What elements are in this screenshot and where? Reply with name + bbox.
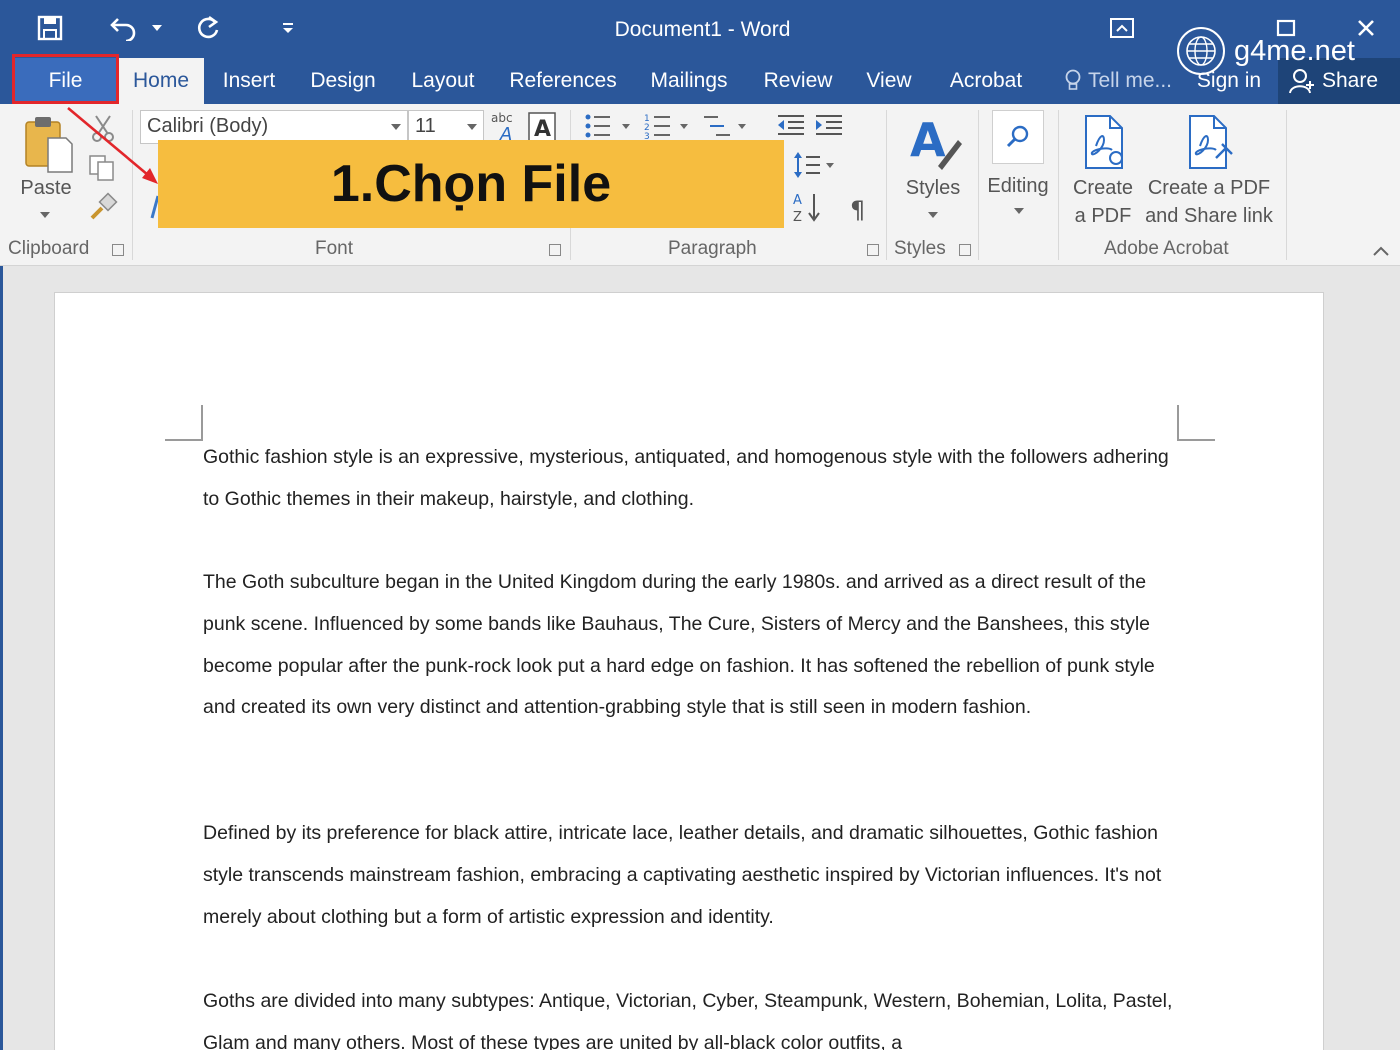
tab-design[interactable]: Design: [302, 58, 384, 104]
styles-label[interactable]: Styles: [900, 174, 966, 202]
chevron-down-icon: [1014, 208, 1024, 214]
globe-icon: [1177, 27, 1225, 75]
tab-review[interactable]: Review: [756, 58, 840, 104]
numbering-icon[interactable]: 1 2 3: [644, 112, 696, 140]
change-case-icon[interactable]: abc A: [490, 110, 518, 142]
document-paragraph[interactable]: Gothic fashion style is an expressive, m…: [203, 437, 1183, 521]
svg-text:A: A: [910, 113, 946, 167]
create-pdf-label[interactable]: Create a PDF: [1066, 174, 1140, 230]
word-window: Document1 - Word File Home Insert Design…: [0, 0, 1400, 1050]
tab-mailings[interactable]: Mailings: [640, 58, 738, 104]
clipboard-launcher-icon[interactable]: [112, 244, 124, 256]
styles-icon[interactable]: A: [908, 112, 964, 172]
share-pdf-label-line1: Create a PDF: [1147, 177, 1271, 199]
create-pdf-label-line1: Create: [1072, 177, 1134, 199]
close-icon: [1358, 20, 1374, 36]
clear-formatting-icon[interactable]: A: [528, 112, 556, 142]
tab-layout[interactable]: Layout: [402, 58, 484, 104]
create-pdf-label-line2: a PDF: [1074, 205, 1132, 227]
chevron-down-icon: [467, 124, 477, 130]
svg-text:¶: ¶: [850, 196, 865, 222]
share-pdf-label[interactable]: Create a PDF and Share link: [1142, 174, 1276, 230]
share-pdf-link-icon[interactable]: [1186, 114, 1236, 174]
create-pdf-icon[interactable]: [1082, 114, 1130, 174]
search-icon: [1006, 125, 1029, 148]
tell-me-search[interactable]: Tell me...: [1056, 58, 1180, 104]
font-size-value: 11: [415, 115, 436, 137]
watermark-text: g4me.net: [1234, 34, 1355, 67]
lightbulb-icon: [1065, 69, 1081, 90]
ribbon-display-icon: [1110, 18, 1134, 38]
margin-corner-mark: [1177, 405, 1215, 441]
tab-insert[interactable]: Insert: [214, 58, 284, 104]
group-divider: [1058, 110, 1059, 260]
styles-group-label: Styles: [894, 238, 946, 259]
font-launcher-icon[interactable]: [549, 244, 561, 256]
editing-button[interactable]: [992, 110, 1044, 164]
document-paragraph[interactable]: Defined by its preference for black atti…: [203, 813, 1183, 938]
instruction-callout: 1.Chọn File: [158, 140, 784, 228]
customize-qat-button[interactable]: [276, 8, 300, 48]
collapse-ribbon-icon[interactable]: [1372, 246, 1390, 256]
tab-references[interactable]: References: [504, 58, 622, 104]
increase-indent-icon[interactable]: [814, 112, 844, 138]
tell-me-label: Tell me...: [1087, 69, 1173, 92]
decrease-indent-icon[interactable]: [776, 112, 806, 138]
font-group-label: Font: [315, 238, 354, 259]
group-divider: [1286, 110, 1287, 260]
line-spacing-icon[interactable]: [792, 150, 840, 180]
chevron-down-icon: [928, 212, 938, 218]
ribbon-display-options-button[interactable]: [1102, 8, 1142, 48]
sort-icon[interactable]: A Z: [792, 190, 824, 224]
svg-text:abc: abc: [491, 111, 513, 125]
paste-options-chevron-icon: [40, 212, 50, 218]
document-paragraph[interactable]: Goths are divided into many subtypes: An…: [203, 981, 1183, 1050]
svg-text:A: A: [793, 193, 802, 208]
tab-view[interactable]: View: [858, 58, 920, 104]
chevron-down-icon: [391, 124, 401, 130]
paragraph-group-label: Paragraph: [668, 238, 757, 259]
show-formatting-marks-icon[interactable]: ¶: [848, 196, 872, 222]
share-pdf-label-line2: and Share link: [1145, 205, 1273, 227]
document-page[interactable]: Gothic fashion style is an expressive, m…: [54, 292, 1324, 1050]
window-edge: [0, 266, 3, 1050]
group-divider: [978, 110, 979, 260]
acrobat-group-label: Adobe Acrobat: [1104, 238, 1229, 259]
document-paragraph[interactable]: The Goth subculture began in the United …: [203, 562, 1183, 729]
window-title: Document1 - Word: [614, 18, 791, 41]
customize-icon: [283, 23, 293, 33]
group-divider: [886, 110, 887, 260]
svg-text:A: A: [534, 117, 551, 142]
multilevel-list-icon[interactable]: [702, 112, 754, 140]
bullets-icon[interactable]: [584, 112, 636, 140]
svg-text:Z: Z: [793, 210, 802, 224]
paragraph-launcher-icon[interactable]: [867, 244, 879, 256]
styles-launcher-icon[interactable]: [959, 244, 971, 256]
font-size-combo[interactable]: 11: [408, 110, 484, 144]
editing-label[interactable]: Editing: [982, 172, 1054, 200]
svg-text:3: 3: [644, 132, 650, 140]
watermark: g4me.net: [1176, 26, 1355, 76]
margin-corner-mark: [165, 405, 203, 441]
clipboard-group-label: Clipboard: [8, 238, 90, 259]
tab-acrobat[interactable]: Acrobat: [940, 58, 1032, 104]
